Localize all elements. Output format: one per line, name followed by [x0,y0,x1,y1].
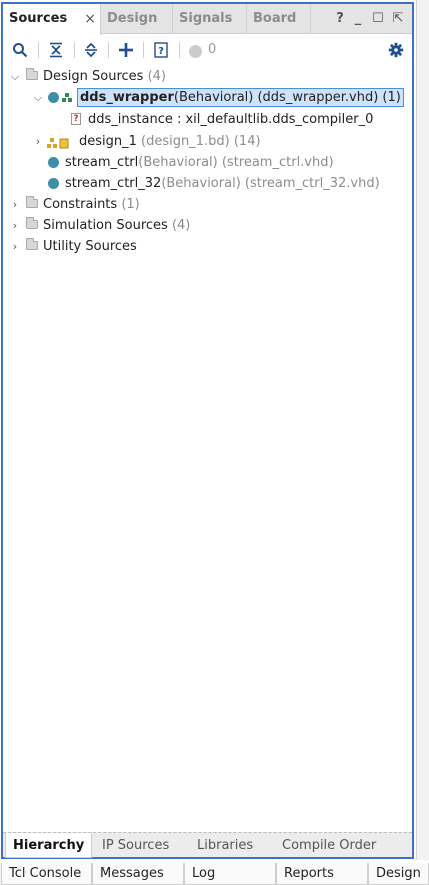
tab-design-label: Design [107,11,158,26]
toolbar-separator [38,42,39,58]
tab-ip-sources[interactable]: IP Sources [95,833,176,858]
maximize-icon[interactable]: ☐ [369,4,387,34]
tree-node-stream-ctrl[interactable]: stream_ctrl(Behavioral) (stream_ctrl.vhd… [3,152,412,173]
help-icon[interactable]: ? [331,4,349,34]
tab-reports[interactable]: Reports [276,863,368,885]
tab-compile-order[interactable]: Compile Order [275,833,383,858]
tab-hierarchy[interactable]: Hierarchy [5,833,93,858]
tree-node-label: dds_wrapper(Behavioral) (dds_wrapper.vhd… [77,88,404,107]
svg-text:?: ? [158,46,164,57]
chevron-down-icon[interactable]: ⌵ [9,66,21,87]
tree-node-label: dds_instance : xil_defaultlib.dds_compil… [88,112,374,127]
tab-board[interactable]: Board [247,4,311,34]
chevron-down-icon[interactable]: ⌵ [32,87,44,108]
chevron-right-icon[interactable]: › [9,236,21,257]
tree-node-utility-sources[interactable]: › Utility Sources [3,236,412,257]
tree-node-stream-ctrl-32[interactable]: stream_ctrl_32(Behavioral) (stream_ctrl_… [3,173,412,194]
folder-icon [26,238,38,250]
tab-design-runs[interactable]: Design R [368,863,429,885]
block-design-icon [47,136,69,149]
vhdl-module-icon [48,92,59,103]
missing-source-icon: ? [71,113,81,125]
tab-sources[interactable]: Sources × [3,4,101,35]
tree-node-label: stream_ctrl_32(Behavioral) (stream_ctrl_… [65,176,380,191]
tree-node-label: Design Sources (4) [43,69,167,84]
float-window-icon[interactable]: ⇱ [389,4,407,34]
chevron-right-icon[interactable]: › [9,215,21,236]
tab-libraries[interactable]: Libraries [190,833,260,858]
vhdl-module-icon [48,157,59,168]
sources-view-tabs: Hierarchy IP Sources Libraries Compile O… [3,832,412,858]
tab-log[interactable]: Log [184,863,276,885]
tree-node-dds-wrapper[interactable]: ⌵ dds_wrapper(Behavioral) (dds_wrapper.v… [3,87,412,108]
minimize-icon[interactable]: _ [349,4,367,34]
top-module-icon [62,93,72,102]
console-tab-bar: Tcl Console Messages Log Reports Design … [0,863,429,885]
collapse-all-icon[interactable] [45,39,67,61]
folder-icon [26,196,38,208]
tree-node-label: design_1 (design_1.bd) (14) [79,134,261,149]
tree-node-simulation-sources[interactable]: › Simulation Sources (4) [3,215,412,236]
adjacent-panel-edge [416,0,429,860]
tab-design[interactable]: Design [101,4,173,34]
tab-board-label: Board [253,11,297,26]
folder-icon [26,68,38,80]
toolbar-separator [74,42,75,58]
tree-node-constraints[interactable]: › Constraints (1) [3,194,412,215]
vhdl-module-icon [48,178,59,189]
tree-node-label: stream_ctrl(Behavioral) (stream_ctrl.vhd… [65,155,334,170]
tab-signals[interactable]: Signals [173,4,247,34]
tree-node-label: Simulation Sources (4) [43,218,191,233]
chevron-right-icon[interactable]: › [9,194,21,215]
tab-signals-label: Signals [179,11,233,26]
toolbar-separator [143,42,144,58]
tree-node-label: Constraints (1) [43,197,140,212]
toolbar-separator [108,42,109,58]
folder-icon [26,217,38,229]
chevron-right-icon[interactable]: › [32,131,44,152]
close-icon[interactable]: × [84,4,96,34]
tab-tcl-console[interactable]: Tcl Console [1,863,92,885]
tree-node-design-1[interactable]: › design_1 (design_1.bd) (14) [3,131,412,152]
add-sources-icon[interactable] [115,39,137,61]
tree-node-dds-instance[interactable]: ? dds_instance : xil_defaultlib.dds_comp… [3,109,412,130]
tab-sources-label: Sources [9,11,68,26]
sources-toolbar: ? 0 [3,35,412,64]
tree-node-design-sources[interactable]: ⌵ Design Sources (4) [3,66,412,87]
status-circle-icon [189,45,202,58]
message-count: 0 [208,42,217,57]
panel-tab-bar: Sources × Design Signals Board ? _ ☐ ⇱ [3,4,412,35]
gear-icon[interactable] [385,39,407,61]
source-properties-icon[interactable]: ? [150,39,172,61]
expand-all-icon[interactable] [80,39,102,61]
sources-panel: Sources × Design Signals Board ? _ ☐ ⇱ ?… [1,2,414,859]
tree-node-label: Utility Sources [43,239,137,254]
toolbar-separator [179,42,180,58]
tab-messages[interactable]: Messages [92,863,184,885]
search-icon[interactable] [9,39,31,61]
